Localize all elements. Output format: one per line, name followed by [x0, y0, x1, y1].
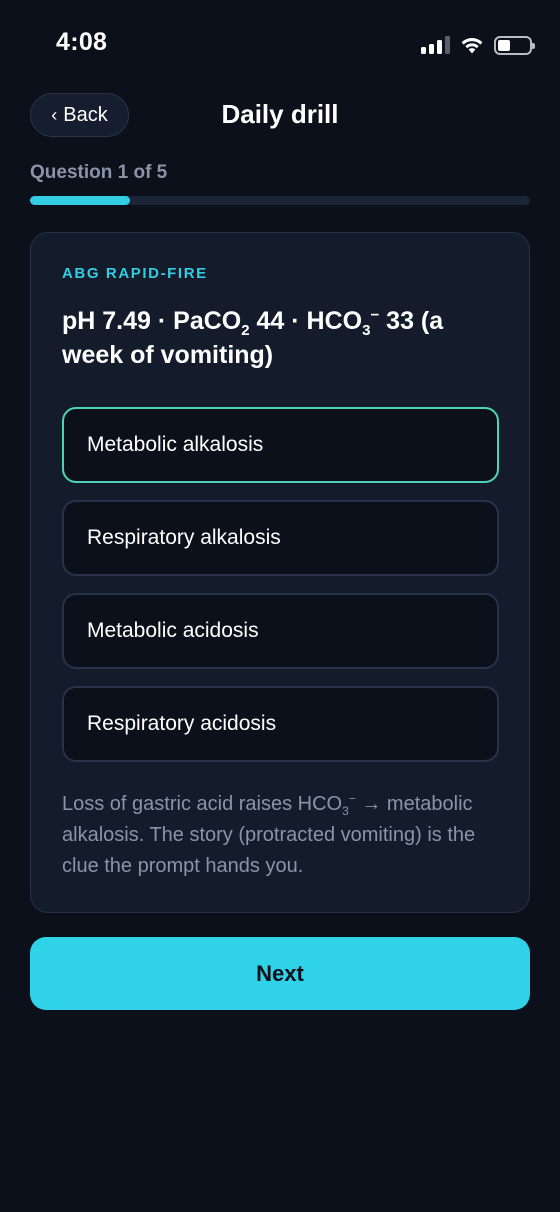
battery-icon [494, 35, 535, 55]
answer-option-respiratory-acidosis[interactable]: Respiratory acidosis [62, 686, 499, 762]
wifi-icon [461, 38, 483, 54]
question-card: ABG RAPID-FIRE pH 7.49 · PaCO2 44 · HCO3… [30, 232, 530, 913]
answer-options: Metabolic alkalosis Respiratory alkalosi… [62, 407, 499, 779]
status-time: 4:08 [56, 28, 108, 56]
status-icons [421, 34, 535, 56]
answer-explanation: Loss of gastric acid raises HCO3− → meta… [62, 791, 476, 877]
next-button[interactable]: Next [30, 937, 530, 1010]
answer-option-metabolic-acidosis[interactable]: Metabolic acidosis [62, 593, 499, 669]
question-counter: Question 1 of 5 [30, 162, 168, 183]
question-category: ABG RAPID-FIRE [62, 265, 208, 282]
question-text: pH 7.49 · PaCO2 44 · HCO3− 33 (a week of… [62, 306, 444, 369]
progress-bar [30, 196, 530, 205]
screen: 4:08 ‹ Back Daily drill Question 1 of 5 … [0, 0, 560, 1212]
page-title: Daily drill [221, 99, 339, 129]
cellular-signal-icon [421, 36, 450, 54]
progress-bar-fill [30, 196, 130, 205]
answer-option-metabolic-alkalosis[interactable]: Metabolic alkalosis [62, 407, 499, 483]
answer-option-respiratory-alkalosis[interactable]: Respiratory alkalosis [62, 500, 499, 576]
